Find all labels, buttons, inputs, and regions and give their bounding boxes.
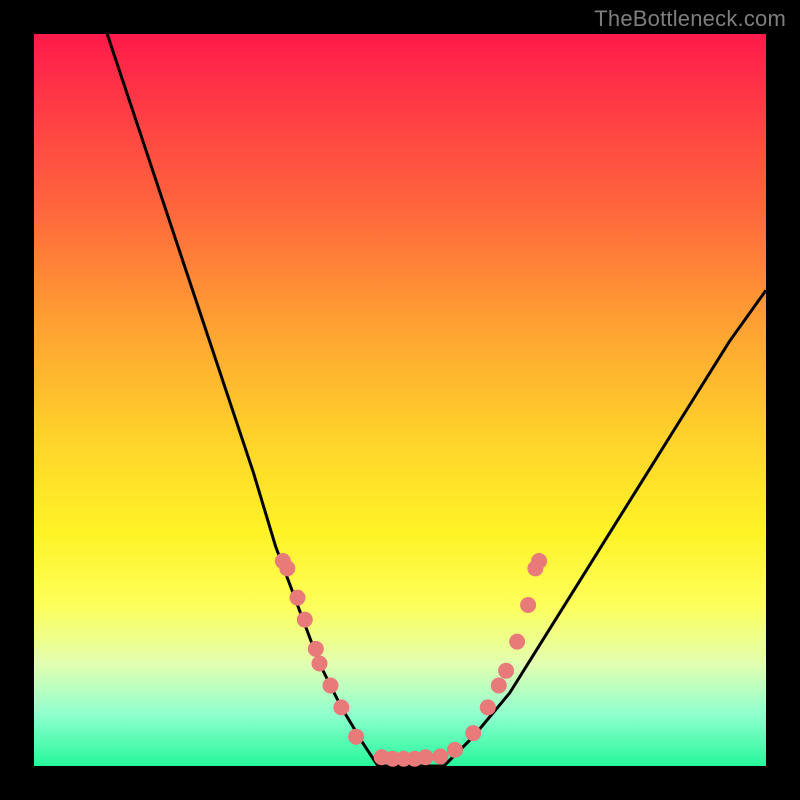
data-marker <box>491 678 507 694</box>
data-marker <box>333 699 349 715</box>
data-marker <box>509 634 525 650</box>
plot-area <box>34 34 766 766</box>
data-marker <box>279 560 295 576</box>
data-marker <box>531 553 547 569</box>
data-marker <box>290 590 306 606</box>
data-marker <box>348 729 364 745</box>
data-marker <box>312 656 328 672</box>
data-marker <box>323 678 339 694</box>
data-marker <box>297 612 313 628</box>
data-marker <box>432 749 448 765</box>
curve-layer <box>34 34 766 766</box>
data-marker <box>520 597 536 613</box>
data-marker <box>308 641 324 657</box>
data-markers <box>275 553 547 767</box>
data-marker <box>498 663 514 679</box>
data-marker <box>480 699 496 715</box>
data-marker <box>465 725 481 741</box>
data-marker <box>418 749 434 765</box>
chart-frame: TheBottleneck.com <box>0 0 800 800</box>
data-marker <box>447 742 463 758</box>
bottleneck-curve <box>107 34 766 766</box>
watermark-text: TheBottleneck.com <box>594 6 786 32</box>
